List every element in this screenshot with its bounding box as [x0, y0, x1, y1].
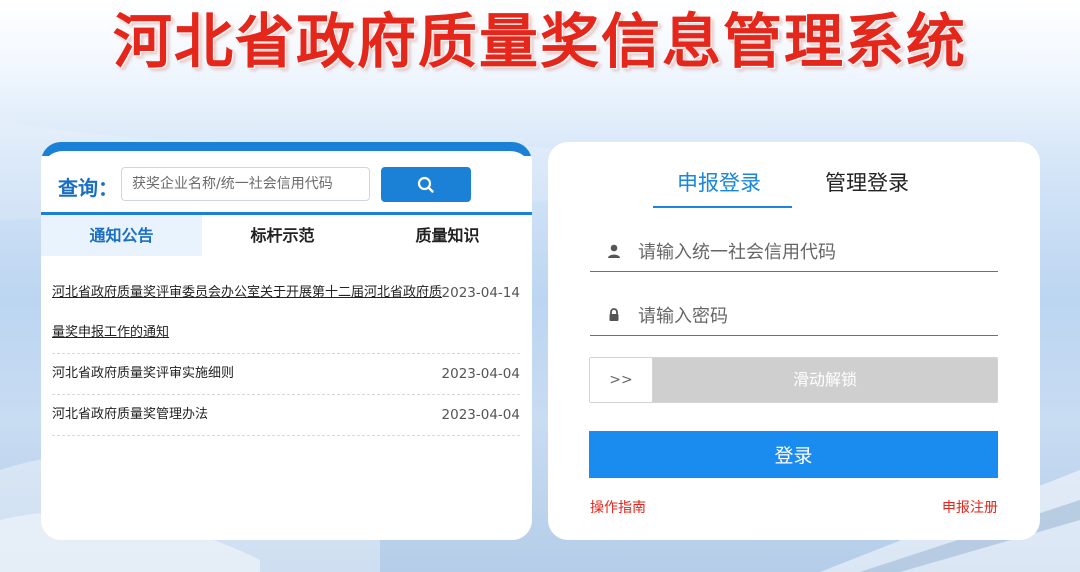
list-item: 河北省政府质量奖管理办法 2023-04-04	[52, 395, 520, 436]
notice-tabs: 通知公告 标杆示范 质量知识	[41, 212, 532, 256]
password-input[interactable]	[638, 300, 988, 332]
slider-handle[interactable]: >>	[590, 358, 653, 402]
guide-link[interactable]: 操作指南	[590, 497, 646, 517]
user-icon	[608, 244, 620, 258]
list-item: 河北省政府质量奖评审实施细则 2023-04-04	[52, 354, 520, 395]
tab-declare-login[interactable]: 申报登录	[677, 164, 761, 208]
tab-admin-login[interactable]: 管理登录	[825, 164, 909, 208]
tab-quality-knowledge[interactable]: 质量知识	[363, 215, 532, 256]
slider-text: 滑动解锁	[792, 370, 857, 389]
register-link[interactable]: 申报注册	[942, 497, 998, 517]
search-row: 查询：	[41, 166, 532, 204]
password-field	[590, 296, 998, 336]
tab-notice[interactable]: 通知公告	[41, 215, 202, 256]
tab-benchmark[interactable]: 标杆示范	[202, 215, 363, 256]
search-button[interactable]	[381, 167, 471, 202]
system-title: 河北省政府质量奖信息管理系统	[112, 7, 967, 76]
news-date: 2023-04-04	[441, 407, 520, 423]
notice-panel: 查询： 通知公告 标杆示范 质量知识 河北省政府质量奖评审委员会办公室关于开展第…	[41, 142, 532, 540]
news-list: 河北省政府质量奖评审委员会办公室关于开展第十二届河北省政府质量奖申报工作的通知 …	[52, 273, 520, 436]
login-button[interactable]: 登录	[589, 431, 998, 478]
username-input[interactable]	[638, 236, 988, 268]
username-field	[590, 232, 998, 272]
search-label: 查询：	[58, 176, 118, 200]
notice-panel-body: 查询： 通知公告 标杆示范 质量知识 河北省政府质量奖评审委员会办公室关于开展第…	[41, 151, 532, 540]
search-input[interactable]	[121, 167, 370, 201]
news-link[interactable]: 河北省政府质量奖评审委员会办公室关于开展第十二届河北省政府质量奖申报工作的通知	[52, 273, 448, 353]
list-item: 河北省政府质量奖评审委员会办公室关于开展第十二届河北省政府质量奖申报工作的通知 …	[52, 273, 520, 354]
lock-icon	[609, 308, 619, 321]
search-icon	[417, 176, 434, 193]
news-date: 2023-04-14	[441, 285, 520, 301]
slide-unlock[interactable]: >> 滑动解锁	[589, 357, 998, 403]
news-date: 2023-04-04	[441, 366, 520, 382]
login-panel: 申报登录 管理登录 >> 滑动解锁 登录 操作指南 申报注册	[548, 142, 1040, 540]
active-tab-underline	[653, 206, 792, 208]
